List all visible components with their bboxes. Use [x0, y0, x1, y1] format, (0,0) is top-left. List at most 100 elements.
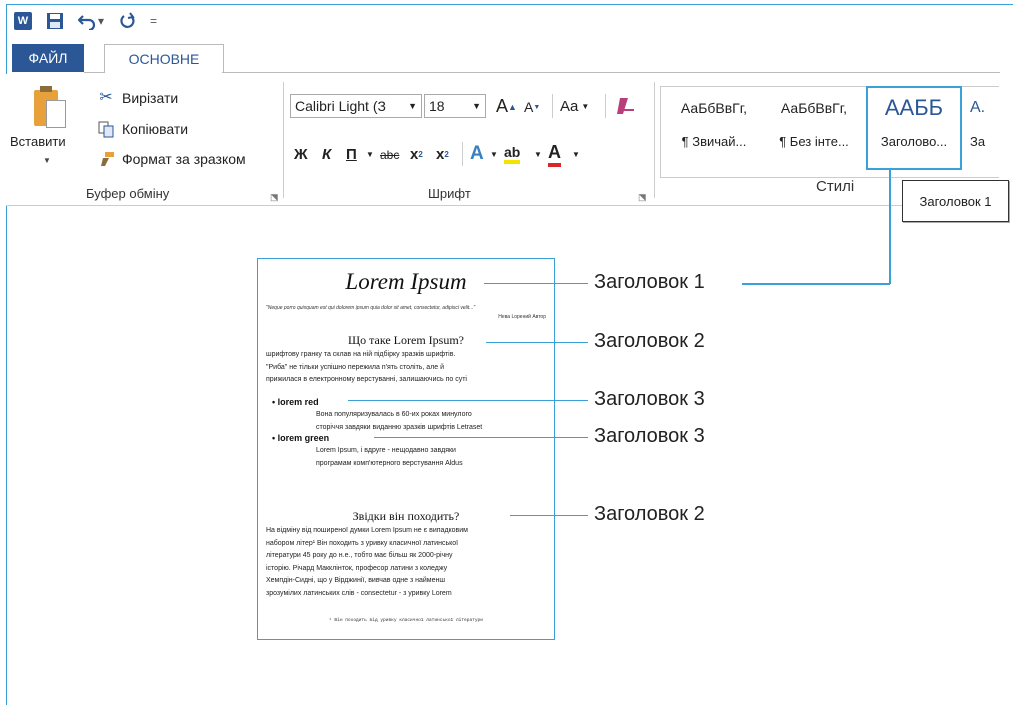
doc-line: сторіччя завдяки виданню зразків шрифтів… [316, 423, 483, 431]
doc-line: літератури 45 року до н.е., тобто має бі… [266, 552, 453, 559]
document-page: Lorem Ipsum "Neque porro quisquam est qu… [257, 258, 555, 640]
chevron-down-icon[interactable]: ▼ [366, 150, 374, 159]
caret-up-icon: ▲ [508, 101, 517, 112]
doc-line: Вона популяризувалась в 60-их роках мину… [316, 411, 472, 418]
style-sample: А. [970, 99, 986, 116]
doc-line: набором літер¹ Він походить з уривку кла… [266, 539, 459, 547]
subscript-button[interactable]: x2 [410, 146, 423, 163]
customize-toolbar-button[interactable]: = [150, 14, 157, 28]
annotation-line [510, 515, 588, 516]
doc-paragraph: На відміну від поширеної думки Lorem Ips… [266, 525, 548, 600]
word-app-icon[interactable]: W [14, 12, 32, 30]
chevron-down-icon: ▼ [408, 101, 417, 111]
font-color-button[interactable]: A [548, 142, 561, 167]
doc-line: "Риба" не тільки успішно пережила п'ять … [266, 363, 445, 371]
copy-icon [98, 121, 114, 138]
undo-icon[interactable] [78, 12, 96, 30]
style-no-spacing[interactable]: АаБбВвГг, ¶ Без інте... [766, 88, 862, 168]
format-painter-icon [101, 152, 114, 166]
quick-access-toolbar: W ▾ = [14, 8, 157, 34]
ribbon-divider [6, 205, 1006, 206]
font-dialog-launcher[interactable]: ⬔ [638, 192, 647, 203]
divider [462, 142, 463, 166]
doc-line: історію. Річард Макклінток, професор лат… [266, 564, 448, 572]
doc-title: Lorem Ipsum [345, 269, 467, 294]
annotation-line [486, 342, 588, 343]
highlight-button[interactable]: ab [504, 144, 521, 164]
chevron-down-icon[interactable]: ▼ [572, 150, 580, 159]
doc-line: програмам комп'ютерного верстування Aldu… [316, 459, 463, 467]
chevron-down-icon: ▼ [472, 101, 481, 111]
style-heading-1[interactable]: ААББ Заголово... [868, 88, 960, 168]
grow-font-label: A [496, 96, 509, 116]
doc-paragraph: Вона популяризувалась в 60-их роках мину… [316, 409, 546, 434]
doc-quote: "Neque porro quisquam est qui dolorem ip… [266, 305, 476, 311]
chevron-down-icon[interactable]: ▼ [490, 150, 498, 159]
italic-button[interactable]: К [322, 146, 331, 163]
group-separator [654, 82, 655, 198]
paste-icon[interactable] [34, 86, 66, 128]
connector-line [889, 168, 891, 284]
doc-footnote: ¹ Він походить від уривку класичної лати… [329, 618, 483, 623]
annotation-line [348, 400, 588, 401]
style-name: За [970, 134, 986, 149]
doc-heading-3: • lorem green [272, 433, 330, 443]
undo-menu-arrow[interactable]: ▾ [98, 14, 104, 28]
doc-line: прижилася в електронному верстуванні, за… [266, 376, 467, 383]
clear-formatting-icon[interactable] [614, 96, 636, 116]
annotation-label: Заголовок 3 [594, 388, 705, 410]
annotation-line [374, 437, 588, 438]
change-case-label: Aa [560, 98, 579, 115]
strikethrough-button[interactable]: abc [380, 148, 399, 162]
superscript-button[interactable]: x2 [436, 146, 449, 163]
style-tooltip: Заголовок 1 [902, 180, 1009, 222]
clipboard-dialog-launcher[interactable]: ⬔ [270, 192, 279, 203]
divider [605, 94, 606, 118]
scissors-icon: ✂ [99, 89, 113, 106]
underline-button[interactable]: П [346, 146, 357, 163]
tab-file[interactable]: ФАЙЛ [12, 44, 84, 72]
doc-author: Нева Lорений Автор [498, 314, 546, 320]
change-case-button[interactable]: Aa ▼ [560, 98, 589, 115]
style-sample: АаБбВвГг, [780, 100, 848, 116]
bold-button[interactable]: Ж [294, 146, 308, 163]
text-effects-button[interactable]: A [470, 143, 484, 165]
paste-button[interactable]: Вставити [10, 134, 66, 149]
superscript-marker: 2 [444, 150, 449, 159]
shrink-font-button[interactable]: A ▼ [524, 99, 540, 115]
cut-button[interactable]: ✂ Вирізати [96, 89, 179, 107]
paste-dropdown-arrow[interactable]: ▼ [43, 156, 51, 165]
chevron-down-icon: ▼ [581, 102, 590, 111]
style-sample: ААББ [884, 95, 944, 120]
connector-line [742, 283, 890, 285]
doc-heading-2: Що таке Lorem Ipsum? [348, 333, 464, 347]
annotation-label: Заголовок 2 [594, 503, 705, 525]
redo-icon[interactable] [118, 12, 136, 30]
doc-line: зрозумілих латинських слів - consectetur… [266, 589, 452, 597]
style-name: ¶ Звичай... [681, 134, 747, 149]
tab-home[interactable]: ОСНОВНЕ [104, 44, 224, 73]
copy-button[interactable]: Копіювати [96, 120, 188, 138]
style-heading-2[interactable]: А. За [970, 88, 998, 168]
doc-line: шрифтову гранку та склав на ній підбірку… [266, 351, 456, 358]
group-separator [283, 82, 284, 198]
annotation-label: Заголовок 1 [594, 271, 705, 293]
annotation-line [484, 283, 588, 284]
subscript-marker: 2 [418, 150, 423, 159]
annotation-label: Заголовок 3 [594, 425, 705, 447]
format-painter-button[interactable]: Формат за зразком [96, 150, 246, 168]
annotation-label: Заголовок 2 [594, 330, 705, 352]
cut-label: Вирізати [122, 90, 179, 106]
format-painter-label: Формат за зразком [122, 151, 246, 167]
chevron-down-icon[interactable]: ▼ [534, 150, 542, 159]
style-normal[interactable]: АаБбВвГг, ¶ Звичай... [666, 88, 762, 168]
clipboard-group-label: Буфер обміну [86, 186, 170, 201]
font-size-box[interactable]: 18 ▼ [424, 94, 486, 118]
save-icon[interactable] [46, 12, 64, 30]
shrink-font-label: A [524, 99, 534, 115]
grow-font-button[interactable]: A ▲ [496, 96, 517, 117]
font-name-box[interactable]: Calibri Light (З ▼ [290, 94, 422, 118]
styles-group-label: Стилі [816, 178, 855, 195]
tab-underline [222, 72, 1000, 73]
doc-line: Lorem Ipsum, і вдруге - нещодавно завдяк… [316, 447, 456, 454]
